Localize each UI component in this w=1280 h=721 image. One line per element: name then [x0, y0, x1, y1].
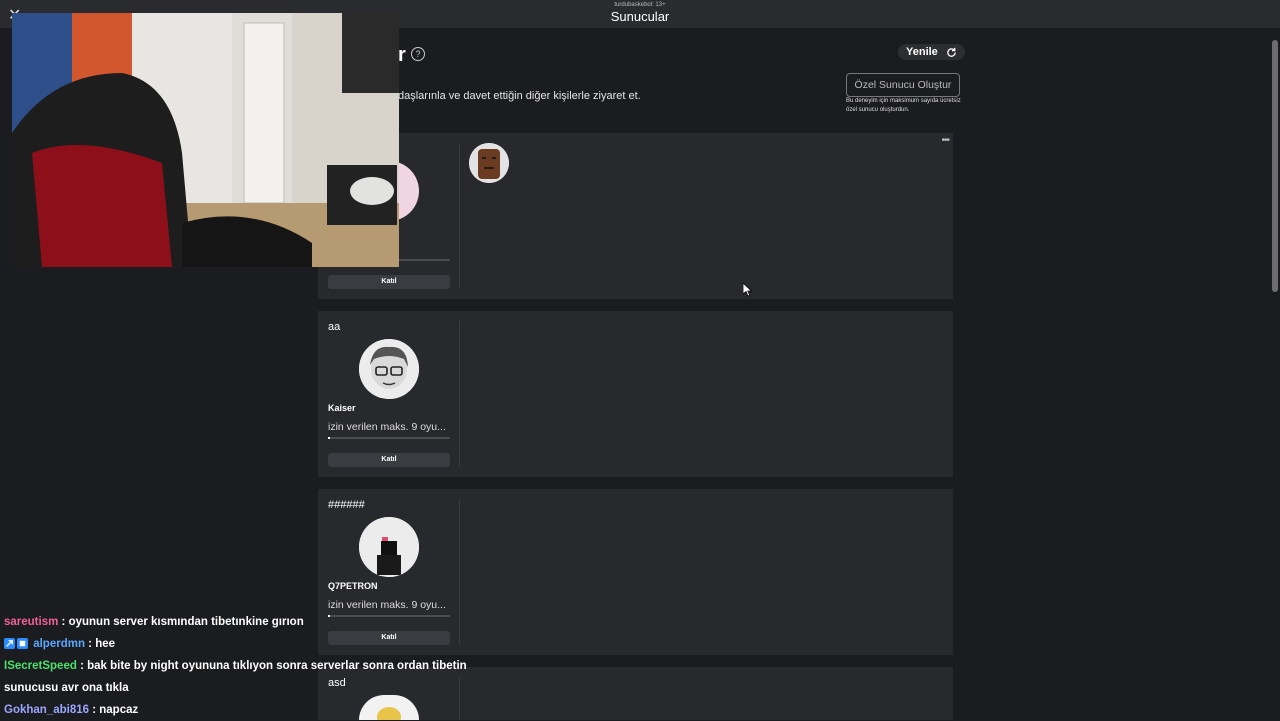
server-card: ••• ks. 9 oyu... Katıl [318, 133, 953, 299]
chat-message: ISecretSpeed : bak bite by night oyununa… [4, 655, 484, 699]
server-fill [328, 437, 331, 439]
mouse-cursor-icon [743, 283, 753, 297]
chat-username: sareutism [4, 616, 59, 628]
chat-text: : hee [88, 638, 116, 650]
owner-name: Kaiser [328, 403, 356, 413]
more-options-icon[interactable]: ••• [941, 135, 949, 146]
chat-username: alperdmn [33, 638, 85, 650]
chat-message: Gokhan_abi816 : napcaz [4, 699, 484, 721]
server-capacity: izin verilen maks. 9 oyu... [328, 421, 446, 433]
chat-text: : oyunun server kısmından tibetınkine gı… [61, 616, 304, 628]
scrollbar-thumb[interactable] [1272, 40, 1278, 292]
chat-username: Gokhan_abi816 [4, 704, 90, 716]
section-description: daşlarınla ve davet ettiğin diğer kişile… [398, 90, 641, 102]
card-divider [459, 321, 460, 467]
owner-avatar-image [359, 517, 419, 577]
player-avatar[interactable] [469, 143, 509, 183]
owner-avatar[interactable] [359, 517, 419, 577]
chat-message: sareutism : oyunun server kısmından tibe… [4, 611, 484, 633]
stream-chat: sareutism : oyunun server kısmından tibe… [4, 611, 484, 721]
badge-icon [4, 638, 15, 650]
webcam-image [12, 13, 399, 267]
owner-avatar[interactable] [359, 339, 419, 399]
server-capacity: izin verilen maks. 9 oyu... [328, 599, 446, 611]
join-button[interactable]: Katıl [328, 275, 450, 289]
chat-message: alperdmn : hee [4, 633, 484, 655]
server-name: ###### [328, 499, 365, 511]
card-divider [459, 143, 460, 289]
refresh-button[interactable]: Yenile [898, 44, 965, 60]
player-avatar-image [469, 143, 509, 183]
badge-icon [17, 638, 28, 650]
server-card: aa Kaiser izin verilen maks. 9 oyu... Ka… [318, 311, 953, 477]
owner-avatar-image [359, 339, 419, 399]
chat-text: : napcaz [92, 704, 139, 716]
help-icon[interactable]: ? [411, 47, 425, 61]
webcam-overlay [12, 13, 399, 267]
refresh-label: Yenile [906, 46, 938, 58]
create-private-server-button[interactable]: Özel Sunucu Oluştur [846, 73, 960, 97]
refresh-icon [947, 47, 956, 57]
server-fill-bar [328, 437, 450, 439]
private-server-note: Bu deneyim için maksimum sayıda ücretsiz… [846, 98, 961, 113]
chat-username: ISecretSpeed [4, 660, 77, 672]
section-heading: r [398, 44, 406, 66]
owner-name: Q7PETRON [328, 581, 378, 591]
join-button[interactable]: Katıl [328, 453, 450, 467]
server-name: aa [328, 321, 341, 333]
title-subtitle: turdubaskebol: 13+ [614, 2, 666, 8]
